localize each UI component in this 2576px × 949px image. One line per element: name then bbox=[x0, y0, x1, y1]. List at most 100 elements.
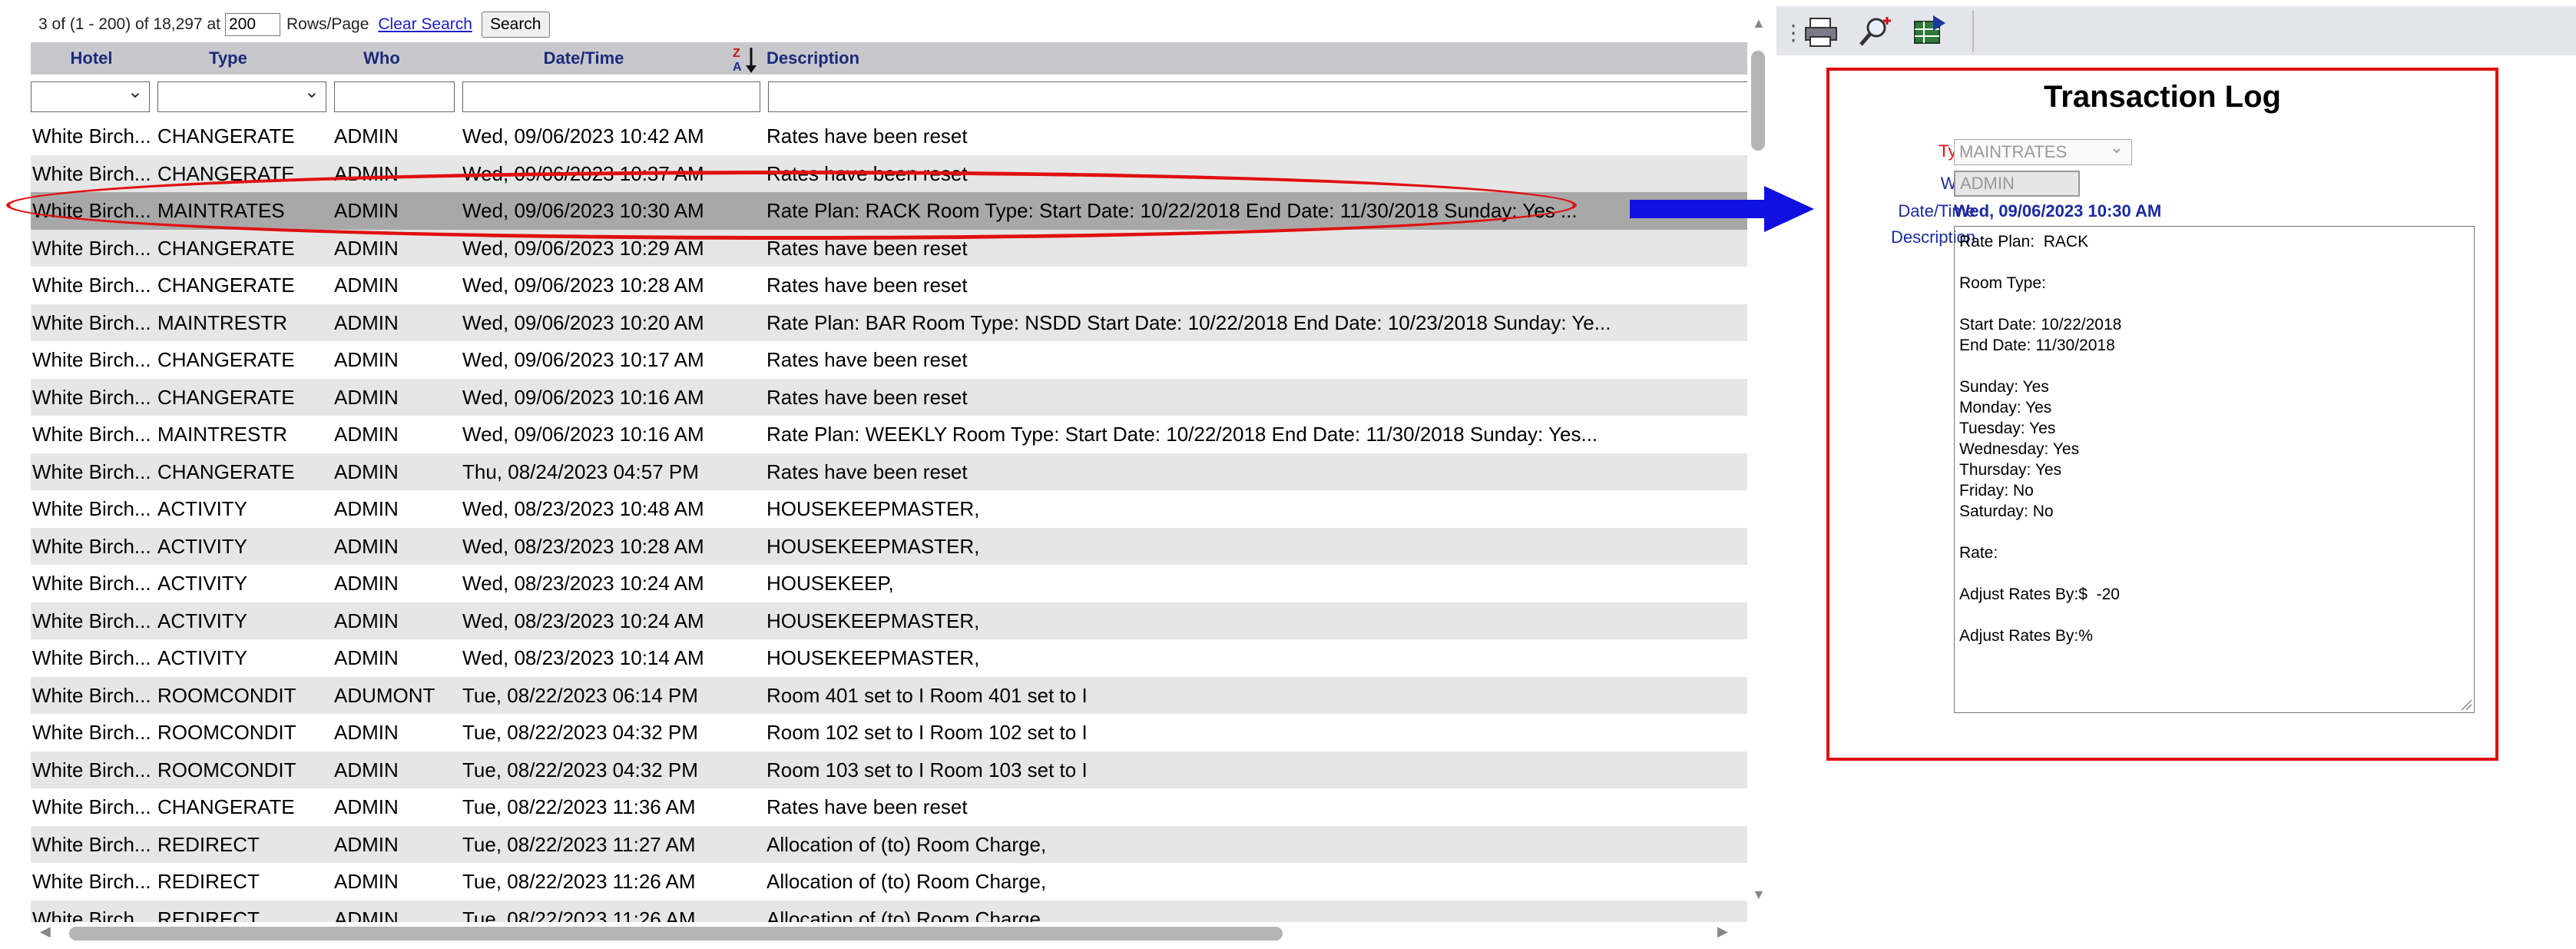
cell-hotel: White Birch... bbox=[32, 870, 151, 893]
cell-description: HOUSEKEEPMASTER, bbox=[767, 646, 980, 669]
column-header-type[interactable]: Type bbox=[155, 42, 301, 75]
cell-who: ADMIN bbox=[334, 609, 399, 632]
who-filter-input[interactable] bbox=[334, 81, 455, 112]
cell-description: HOUSEKEEP, bbox=[767, 572, 894, 595]
cell-who: ADMIN bbox=[334, 832, 399, 856]
table-row[interactable]: White Birch... CHANGERATE ADMIN Tue, 08/22/… bbox=[31, 788, 1747, 826]
table-row[interactable]: White Birch... ACTIVITY ADMIN Wed, 08/23/20… bbox=[31, 565, 1747, 602]
cell-datetime: Wed, 08/23/2023 10:14 AM bbox=[462, 646, 704, 669]
table-row[interactable]: White Birch... CHANGERATE ADMIN Wed, 09/06/… bbox=[31, 229, 1747, 267]
cell-hotel: White Birch... bbox=[32, 497, 151, 520]
cell-hotel: White Birch... bbox=[32, 907, 151, 923]
cell-hotel: White Birch... bbox=[32, 124, 151, 148]
scroll-left-icon[interactable]: ◀ bbox=[40, 924, 51, 940]
search-button[interactable]: Search bbox=[481, 12, 550, 38]
cell-hotel: White Birch... bbox=[32, 646, 151, 669]
cell-type: MAINTRATES bbox=[157, 199, 285, 222]
cell-who: ADMIN bbox=[334, 646, 399, 669]
table-row[interactable]: White Birch... ACTIVITY ADMIN Wed, 08/23/20… bbox=[31, 527, 1747, 565]
column-header-datetime[interactable]: Date/Time bbox=[461, 42, 707, 75]
table-row[interactable]: White Birch... REDIRECT ADMIN Tue, 08/22/20… bbox=[31, 825, 1747, 863]
cell-datetime: Tue, 08/22/2023 04:32 PM bbox=[462, 758, 698, 781]
type-filter-select[interactable] bbox=[157, 81, 326, 112]
vertical-scrollbar[interactable]: ▲ ▼ bbox=[1747, 15, 1770, 907]
cell-type: CHANGERATE bbox=[157, 274, 295, 297]
sort-za-icon[interactable]: Z A bbox=[730, 45, 760, 74]
record-count-text: 3 of (1 - 200) of 18,297 at bbox=[38, 15, 220, 33]
table-row[interactable]: White Birch... CHANGERATE ADMIN Wed, 09/06/… bbox=[31, 118, 1747, 155]
description-textarea[interactable]: Rate Plan: RACK Room Type: Start Date: 1… bbox=[1954, 226, 2475, 713]
scroll-right-icon[interactable]: ▶ bbox=[1717, 924, 1728, 940]
cell-hotel: White Birch... bbox=[32, 236, 151, 260]
column-header-description[interactable]: Description bbox=[767, 42, 859, 75]
hotel-filter-select[interactable] bbox=[31, 81, 150, 112]
cell-datetime: Wed, 09/06/2023 10:28 AM bbox=[462, 274, 704, 297]
type-select[interactable]: MAINTRATES bbox=[1954, 135, 2132, 165]
table-row[interactable]: White Birch... ACTIVITY ADMIN Wed, 08/23/20… bbox=[31, 602, 1747, 639]
export-grid-icon[interactable] bbox=[1907, 14, 1952, 49]
scroll-up-icon[interactable]: ▲ bbox=[1752, 15, 1766, 32]
column-header-who[interactable]: Who bbox=[332, 42, 432, 75]
cell-description: Allocation of (to) Room Charge, bbox=[767, 832, 1047, 856]
cell-who: ADMIN bbox=[334, 385, 399, 409]
description-filter-input[interactable] bbox=[768, 81, 1747, 112]
table-row[interactable]: White Birch... ACTIVITY ADMIN Wed, 08/23/20… bbox=[31, 490, 1747, 528]
cell-who: ADUMONT bbox=[334, 683, 435, 707]
cell-type: MAINTRESTR bbox=[157, 423, 287, 446]
cell-who: ADMIN bbox=[334, 758, 399, 781]
resize-handle-icon[interactable] bbox=[2460, 698, 2472, 711]
table-row[interactable]: White Birch... ROOMCONDIT ADMIN Tue, 08/22/… bbox=[31, 751, 1747, 788]
zoom-add-icon[interactable] bbox=[1853, 14, 1898, 49]
datetime-filter-input[interactable] bbox=[462, 81, 760, 112]
table-row[interactable]: White Birch... ACTIVITY ADMIN Wed, 08/23/20… bbox=[31, 639, 1747, 677]
rows-per-page-input[interactable] bbox=[225, 13, 280, 36]
cell-datetime: Thu, 08/24/2023 04:57 PM bbox=[462, 460, 699, 483]
print-icon[interactable] bbox=[1800, 14, 1844, 49]
cell-type: ROOMCONDIT bbox=[157, 683, 296, 707]
table-row[interactable]: White Birch... REDIRECT ADMIN Tue, 08/22/20… bbox=[31, 900, 1747, 923]
cell-datetime: Wed, 09/06/2023 10:16 AM bbox=[462, 423, 704, 446]
cell-who: ADMIN bbox=[334, 572, 399, 595]
table-row[interactable]: White Birch... CHANGERATE ADMIN Wed, 09/06/… bbox=[31, 378, 1747, 416]
transaction-log-title: Transaction Log bbox=[2044, 80, 2281, 114]
table-row[interactable]: White Birch... CHANGERATE ADMIN Wed, 09/06/… bbox=[31, 267, 1747, 304]
table-row[interactable]: White Birch... ROOMCONDIT ADUMONT Tue, 08/2… bbox=[31, 676, 1747, 714]
cell-hotel: White Birch... bbox=[32, 795, 151, 818]
cell-who: ADMIN bbox=[334, 497, 399, 520]
cell-datetime: Tue, 08/22/2023 11:26 AM bbox=[462, 907, 696, 923]
table-row[interactable]: White Birch... MAINTRATES ADMIN Wed, 09/06/… bbox=[31, 192, 1747, 230]
who-field[interactable]: ADMIN bbox=[1954, 171, 2080, 197]
cell-who: ADMIN bbox=[334, 721, 399, 744]
datetime-value: Wed, 09/06/2023 10:30 AM bbox=[1954, 201, 2162, 221]
cell-hotel: White Birch... bbox=[32, 199, 151, 222]
cell-who: ADMIN bbox=[334, 795, 399, 818]
cell-type: CHANGERATE bbox=[157, 348, 295, 371]
table-row[interactable]: White Birch... CHANGERATE ADMIN Thu, 08/24/… bbox=[31, 453, 1747, 490]
cell-description: HOUSEKEEPMASTER, bbox=[767, 609, 980, 632]
cell-description: Rate Plan: RACK Room Type: Start Date: 1… bbox=[767, 199, 1578, 222]
cell-type: CHANGERATE bbox=[157, 124, 295, 148]
cell-type: ACTIVITY bbox=[157, 646, 248, 669]
scroll-down-icon[interactable]: ▼ bbox=[1752, 887, 1766, 903]
clear-search-link[interactable]: Clear Search bbox=[378, 15, 472, 34]
table-row[interactable]: White Birch... CHANGERATE ADMIN Wed, 09/06/… bbox=[31, 154, 1747, 192]
cell-description: Allocation of (to) Room Charge, bbox=[767, 907, 1047, 923]
cell-who: ADMIN bbox=[334, 870, 399, 893]
cell-hotel: White Birch... bbox=[32, 161, 151, 185]
table-row[interactable]: White Birch... ROOMCONDIT ADMIN Tue, 08/22/… bbox=[31, 714, 1747, 752]
table-row[interactable]: White Birch... CHANGERATE ADMIN Wed, 09/06/… bbox=[31, 341, 1747, 379]
horizontal-scrollbar[interactable]: ◀ ▶ bbox=[31, 921, 1736, 947]
column-header-hotel[interactable]: Hotel bbox=[31, 42, 152, 75]
table-row[interactable]: White Birch... MAINTRESTR ADMIN Wed, 09/06/… bbox=[31, 304, 1747, 341]
cell-datetime: Wed, 09/06/2023 10:17 AM bbox=[462, 348, 704, 371]
cell-datetime: Wed, 09/06/2023 10:30 AM bbox=[462, 199, 704, 222]
cell-description: Rate Plan: WEEKLY Room Type: Start Date:… bbox=[767, 423, 1598, 446]
cell-description: Rates have been reset bbox=[767, 236, 968, 260]
table-row[interactable]: White Birch... REDIRECT ADMIN Tue, 08/22/20… bbox=[31, 863, 1747, 901]
horizontal-scroll-thumb[interactable] bbox=[69, 927, 1283, 941]
cell-who: ADMIN bbox=[334, 236, 399, 260]
table-row[interactable]: White Birch... MAINTRESTR ADMIN Wed, 09/06/… bbox=[31, 416, 1747, 453]
cell-description: Rates have been reset bbox=[767, 795, 968, 818]
vertical-scroll-thumb[interactable] bbox=[1751, 51, 1765, 151]
cell-datetime: Wed, 08/23/2023 10:24 AM bbox=[462, 609, 704, 632]
